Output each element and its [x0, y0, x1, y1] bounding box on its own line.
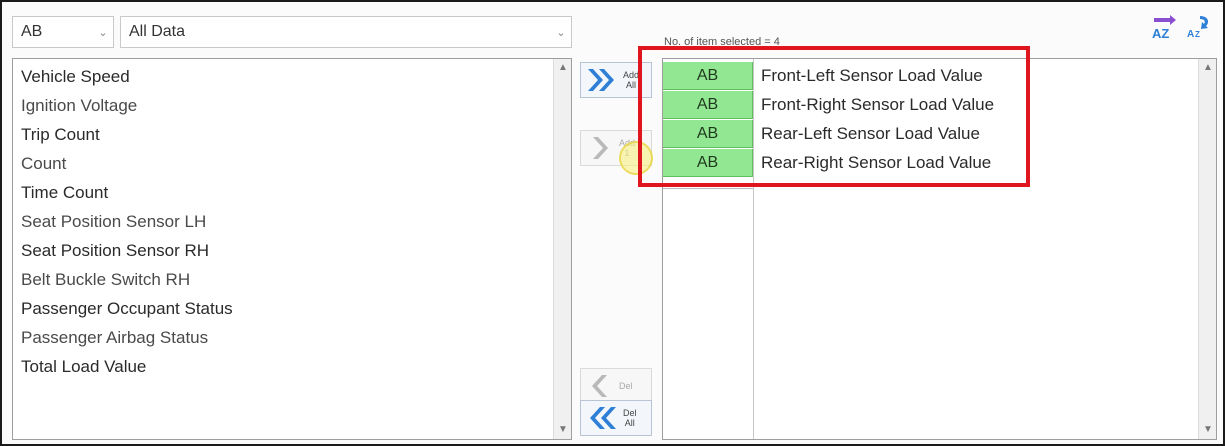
add-all-label-1: Add: [623, 70, 640, 80]
chevron-down-icon: ⌄: [98, 26, 108, 39]
delete-one-button[interactable]: Del: [580, 368, 652, 404]
list-item[interactable]: Seat Position Sensor LH: [13, 207, 553, 236]
data-filter-dropdown[interactable]: All Data ⌄: [120, 16, 572, 48]
list-item[interactable]: Passenger Occupant Status: [13, 294, 553, 323]
svg-text:A: A: [1187, 29, 1194, 40]
data-selection-panel: AB ⌄ All Data ⌄ Vehicle Speed Ignition V…: [0, 0, 1225, 446]
add-all-label-2: All: [626, 80, 637, 90]
delete-all-label-2: All: [624, 418, 635, 428]
list-item[interactable]: Time Count: [13, 178, 553, 207]
chevron-right-icon: [593, 137, 608, 159]
list-item[interactable]: Trip Count: [13, 120, 553, 149]
list-item[interactable]: Ignition Voltage: [13, 91, 553, 120]
highlight-box: [638, 46, 1030, 187]
right-grid-scrollbar[interactable]: ▲ ▼: [1198, 59, 1216, 439]
sort-az-icon[interactable]: AZ: [1150, 12, 1178, 41]
double-chevron-right-icon: [588, 69, 614, 91]
list-item[interactable]: Belt Buckle Switch RH: [13, 265, 553, 294]
delete-one-label: Del: [619, 381, 633, 391]
chevron-left-icon: [592, 375, 607, 397]
scroll-up-icon[interactable]: ▲: [554, 59, 572, 77]
double-chevron-left-icon: [590, 407, 616, 429]
system-type-value: AB: [21, 23, 43, 40]
chevron-down-icon: ⌄: [556, 26, 566, 39]
list-item[interactable]: Seat Position Sensor RH: [13, 236, 553, 265]
left-list-scrollbar[interactable]: ▲ ▼: [553, 59, 571, 439]
delete-all-label-1: Del: [623, 408, 637, 418]
list-item[interactable]: Total Load Value: [13, 352, 553, 381]
system-type-dropdown[interactable]: AB ⌄: [12, 16, 114, 48]
list-item[interactable]: Passenger Airbag Status: [13, 323, 553, 352]
svg-text:Z: Z: [1195, 30, 1200, 39]
delete-all-button[interactable]: Del All: [580, 400, 652, 436]
svg-text:AZ: AZ: [1152, 26, 1169, 40]
sort-za-icon[interactable]: A Z: [1184, 12, 1212, 40]
list-item[interactable]: Vehicle Speed: [13, 62, 553, 91]
available-items-list[interactable]: Vehicle Speed Ignition Voltage Trip Coun…: [12, 58, 572, 440]
scroll-up-icon[interactable]: ▲: [1199, 59, 1217, 77]
data-filter-value: All Data: [129, 23, 186, 40]
scroll-down-icon[interactable]: ▼: [1199, 421, 1217, 439]
list-item[interactable]: Count: [13, 149, 553, 178]
scroll-down-icon[interactable]: ▼: [554, 421, 572, 439]
